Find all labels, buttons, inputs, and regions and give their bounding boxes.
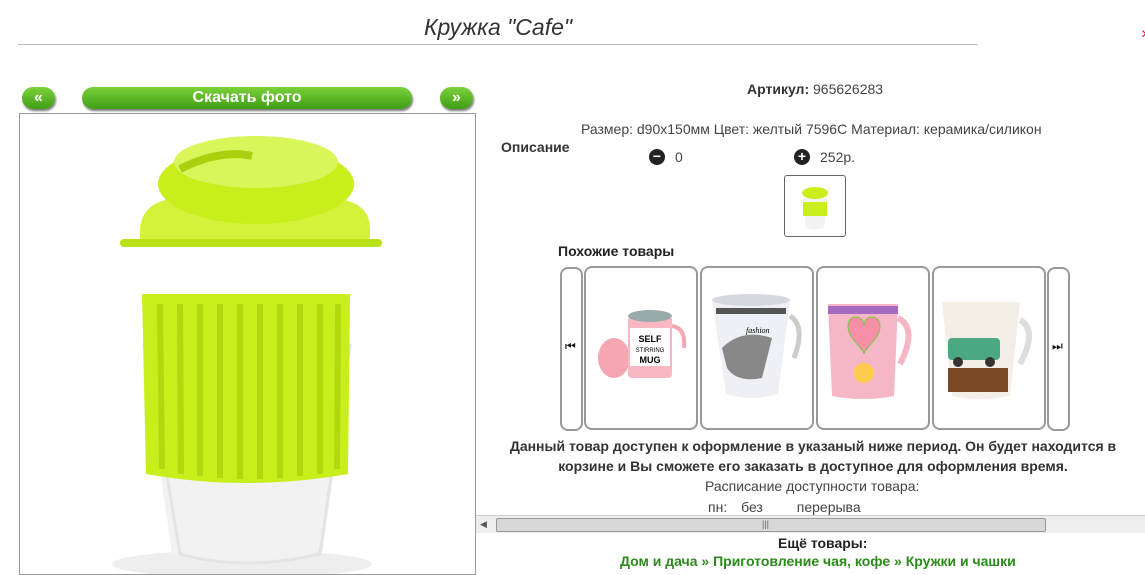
quantity-control: − 0 bbox=[649, 149, 683, 165]
carousel-next-button[interactable]: ⏭ bbox=[1047, 267, 1070, 431]
svg-text:fashion: fashion bbox=[746, 326, 770, 335]
scroll-left-icon[interactable]: ◀ bbox=[480, 519, 487, 530]
similar-item-self-stirring-mug[interactable]: SELF STIRRING MUG bbox=[584, 266, 698, 430]
price-control: + 252р. bbox=[794, 149, 855, 165]
product-photo bbox=[19, 113, 476, 575]
quantity-value: 0 bbox=[675, 149, 683, 165]
title-divider bbox=[18, 44, 978, 45]
skip-back-icon: ⏮ bbox=[565, 339, 576, 353]
similar-item-pink-heart-mug[interactable] bbox=[816, 266, 930, 430]
svg-text:SELF: SELF bbox=[638, 334, 662, 344]
download-photo-button[interactable]: Скачать фото bbox=[82, 87, 412, 109]
product-specs: Размер: d90x150мм Цвет: желтый 7596С Мат… bbox=[581, 121, 1042, 137]
schedule-title: Расписание доступности товара: bbox=[705, 478, 920, 494]
breadcrumb: Дом и дача » Приготовление чая, кофе » К… bbox=[620, 553, 1016, 569]
breadcrumb-separator: » bbox=[894, 553, 902, 569]
svg-text:STIRRING: STIRRING bbox=[636, 348, 665, 354]
description-label: Описание bbox=[501, 139, 570, 155]
article-value: 965626283 bbox=[813, 81, 884, 97]
article-line: Артикул: 965626283 bbox=[747, 81, 883, 97]
prev-photo-button[interactable]: « bbox=[22, 87, 55, 109]
scrollbar-thumb[interactable]: ||| bbox=[496, 518, 1046, 532]
next-photo-button[interactable]: » bbox=[440, 87, 473, 109]
skip-forward-icon: ⏭ bbox=[1052, 339, 1063, 353]
product-thumbnail[interactable] bbox=[784, 175, 846, 237]
breadcrumb-separator: » bbox=[701, 553, 710, 569]
schedule-row: пн: без перерыва bbox=[708, 499, 871, 515]
similar-title: Похожие товары bbox=[558, 243, 675, 259]
schedule-from: без bbox=[741, 499, 763, 515]
schedule-day: пн: bbox=[708, 499, 728, 515]
page-title: Кружка "Cafe" bbox=[423, 14, 573, 40]
grip-icon: ||| bbox=[762, 519, 770, 529]
breadcrumb-mugs-cups[interactable]: Кружки и чашки bbox=[906, 553, 1016, 569]
close-icon[interactable]: × bbox=[1141, 26, 1145, 44]
schedule-to: перерыва bbox=[796, 499, 861, 515]
article-label: Артикул: bbox=[747, 81, 810, 97]
availability-notice: Данный товар доступен к оформление в ука… bbox=[509, 438, 1117, 474]
price-value: 252р. bbox=[820, 149, 856, 165]
svg-text:MUG: MUG bbox=[640, 355, 661, 365]
plus-icon[interactable]: + bbox=[794, 149, 810, 165]
carousel-prev-button[interactable]: ⏮ bbox=[560, 267, 583, 431]
minus-icon[interactable]: − bbox=[649, 149, 665, 165]
breadcrumb-tea-coffee[interactable]: Приготовление чая, кофе bbox=[713, 553, 890, 569]
horizontal-scrollbar[interactable]: ◀ ||| bbox=[476, 515, 1145, 533]
similar-item-cafe-car-mug[interactable] bbox=[932, 266, 1046, 430]
similar-item-fashion-mug[interactable]: fashion bbox=[700, 266, 814, 430]
breadcrumb-home-garden[interactable]: Дом и дача bbox=[620, 553, 698, 569]
more-products-title: Ещё товары: bbox=[778, 535, 868, 551]
